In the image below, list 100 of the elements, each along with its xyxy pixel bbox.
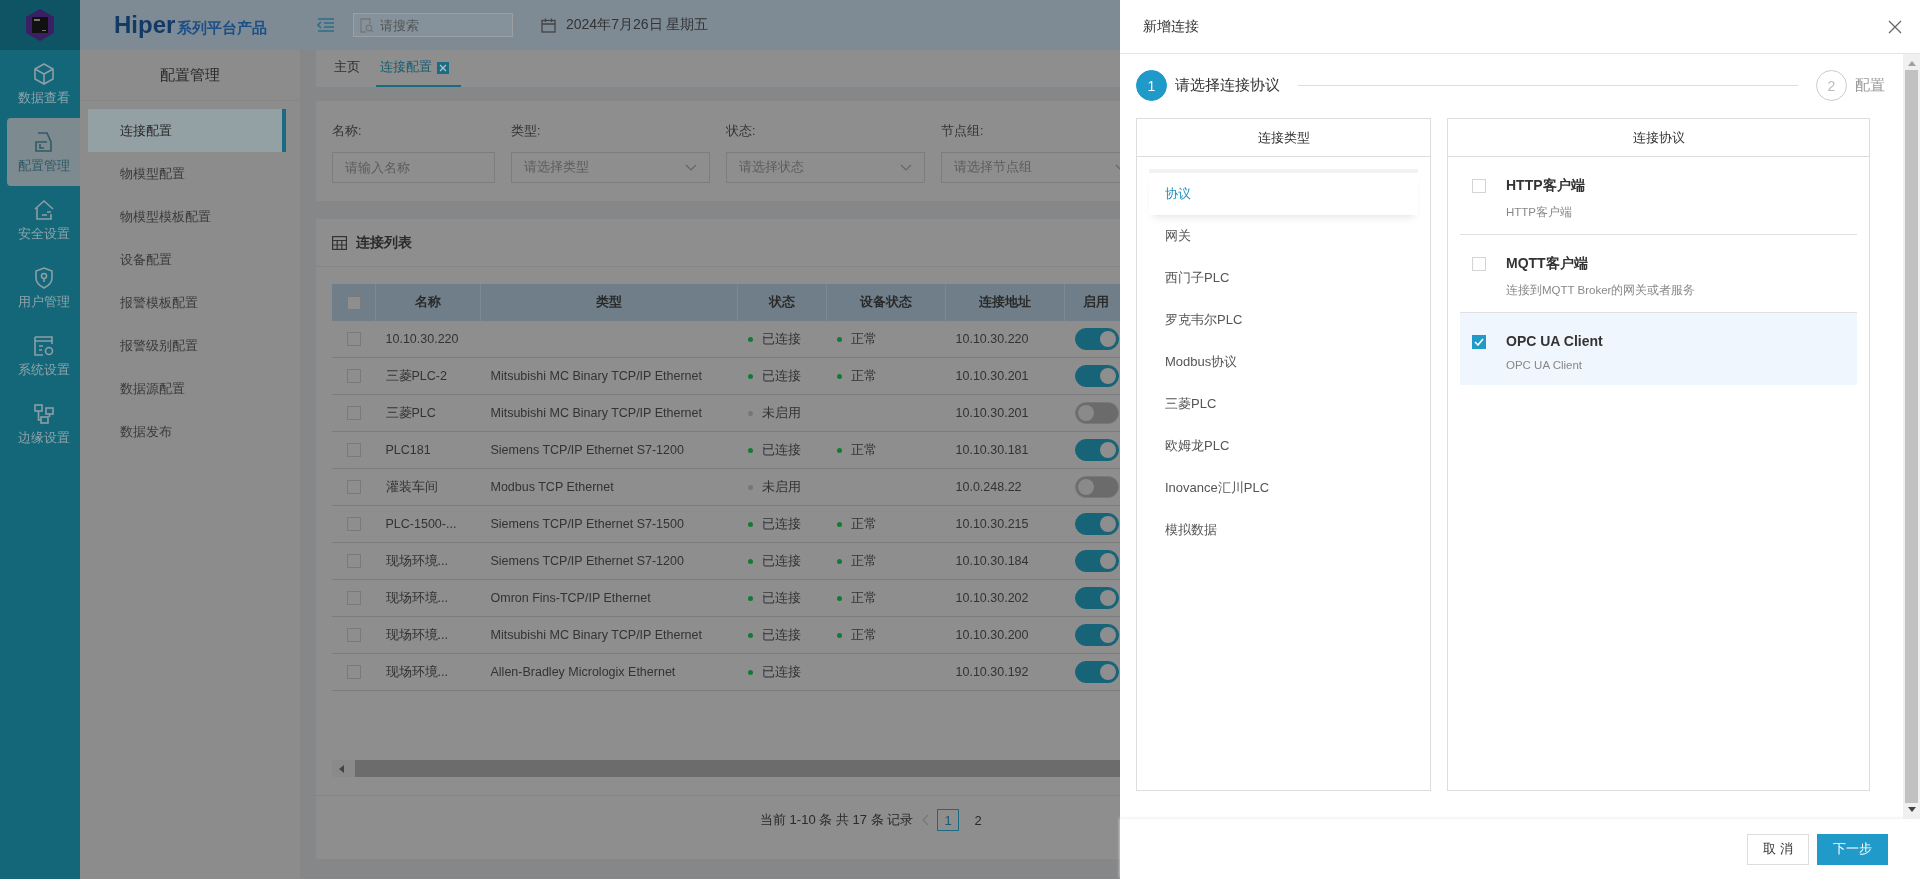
status-text: 未启用 xyxy=(761,404,801,422)
table-cell: 10.10.30.181 xyxy=(955,443,1029,457)
status-text: 已连接 xyxy=(761,441,801,459)
table-cell: Mitsubishi MC Binary TCP/IP Ethernet xyxy=(490,369,702,383)
scroll-up-icon[interactable] xyxy=(1906,60,1917,66)
table-cell: 10.10.30.201 xyxy=(955,406,1029,420)
close-icon[interactable] xyxy=(1888,19,1902,34)
toggle-switch[interactable] xyxy=(1074,476,1119,498)
type-item[interactable]: 三菱PLC xyxy=(1149,383,1418,425)
status-text: 正常 xyxy=(850,367,877,385)
status-text: 正常 xyxy=(850,330,877,348)
type-item[interactable]: Inovance汇川PLC xyxy=(1149,467,1418,509)
table-cell: Mitsubishi MC Binary TCP/IP Ethernet xyxy=(490,406,702,420)
table-cell: Omron Fins-TCP/IP Ethernet xyxy=(490,591,651,605)
network-icon xyxy=(31,401,56,426)
checkbox[interactable] xyxy=(1472,335,1486,349)
type-item[interactable]: 协议 xyxy=(1149,169,1418,215)
sidebar-item[interactable]: 报警模板配置 xyxy=(88,281,286,324)
table-cell: Siemens TCP/IP Ethernet S7-1500 xyxy=(490,517,684,531)
rail-item[interactable]: 配置管理 xyxy=(7,118,80,186)
menu-icon[interactable] xyxy=(317,18,335,32)
scrollbar[interactable] xyxy=(332,760,1120,777)
toggle-switch[interactable] xyxy=(1074,624,1119,646)
table-cell: 灌装车间 xyxy=(385,479,438,494)
sidebar-item[interactable]: 数据源配置 xyxy=(88,367,286,410)
type-item[interactable]: 罗克韦尔PLC xyxy=(1149,299,1418,341)
table-cell: PLC-1500-... xyxy=(385,517,457,531)
table-cell: Siemens TCP/IP Ethernet S7-1200 xyxy=(490,443,684,457)
search-field[interactable]: 请搜索 xyxy=(353,13,513,37)
type-item[interactable]: 模拟数据 xyxy=(1149,509,1418,551)
sidebar-item[interactable]: 物模型配置 xyxy=(88,152,286,195)
type-item[interactable]: 网关 xyxy=(1149,215,1418,257)
table-cell: 10.10.30.184 xyxy=(955,554,1029,568)
sidebar-item[interactable]: 连接配置 xyxy=(88,109,286,152)
next-button[interactable]: 下一步 xyxy=(1817,833,1888,865)
tab[interactable]: 主页 xyxy=(330,50,372,87)
page-button[interactable]: 1 xyxy=(937,809,960,831)
sidebar-item[interactable]: 设备配置 xyxy=(88,238,286,281)
scrollbar[interactable] xyxy=(1903,54,1920,819)
settings-window-icon xyxy=(31,333,56,358)
table-cell: 10.10.30.202 xyxy=(955,591,1029,605)
sidebar-item[interactable]: 物模型模板配置 xyxy=(88,195,286,238)
page-button[interactable]: 2 xyxy=(967,809,990,831)
status-text: 正常 xyxy=(850,626,877,644)
dialog-title: 新增连接 xyxy=(1143,17,1199,36)
table-cell: Mitsubishi MC Binary TCP/IP Ethernet xyxy=(490,628,702,642)
logo-text: Hiper xyxy=(114,11,176,39)
table-cell: 10.10.30.220 xyxy=(955,332,1029,346)
table-cell: Modbus TCP Ethernet xyxy=(490,480,614,494)
pagination-summary: 当前 1-10 条 共 17 条 记录 xyxy=(760,811,914,829)
status-text: 已连接 xyxy=(761,663,801,681)
tab[interactable]: 连接配置 xyxy=(376,50,461,87)
toggle-switch[interactable] xyxy=(1074,402,1119,424)
filter-label: 节点组: xyxy=(941,123,985,140)
status-text: 已连接 xyxy=(761,552,801,570)
protocol-description: 连接到MQTT Broker的网关或者服务 xyxy=(1506,283,1696,298)
protocol-name: MQTT客户端 xyxy=(1506,255,1589,273)
table-cell: 10.10.30.220 xyxy=(385,332,459,346)
type-item[interactable]: Modbus协议 xyxy=(1149,341,1418,383)
table-cell: 10.10.30.215 xyxy=(955,517,1029,531)
protocol-description: OPC UA Client xyxy=(1506,359,1584,371)
cancel-button[interactable]: 取 消 xyxy=(1747,833,1809,865)
toggle-switch[interactable] xyxy=(1074,661,1119,683)
table-cell: 现场环境... xyxy=(385,627,448,642)
toggle-switch[interactable] xyxy=(1074,439,1119,461)
status-text: 已连接 xyxy=(761,330,801,348)
type-item[interactable]: 西门子PLC xyxy=(1149,257,1418,299)
protocol-option[interactable]: HTTP客户端 HTTP客户端 xyxy=(1460,157,1857,235)
column-header: 类型 xyxy=(596,295,622,309)
table-cell: 10.0.248.22 xyxy=(955,480,1022,494)
toggle-switch[interactable] xyxy=(1074,365,1119,387)
rail-item[interactable]: 系统设置 xyxy=(7,322,80,390)
table-cell: PLC181 xyxy=(385,443,431,457)
calendar-icon xyxy=(541,17,556,33)
table-cell: 现场环境... xyxy=(385,590,448,605)
column-header: 状态 xyxy=(769,295,795,309)
toggle-switch[interactable] xyxy=(1074,328,1119,350)
toggle-switch[interactable] xyxy=(1074,550,1119,572)
status-text: 已连接 xyxy=(761,589,801,607)
toggle-switch[interactable] xyxy=(1074,587,1119,609)
toggle-switch[interactable] xyxy=(1074,513,1119,535)
column-header: 名称 xyxy=(415,295,441,309)
type-item[interactable]: 欧姆龙PLC xyxy=(1149,425,1418,467)
protocol-option[interactable]: OPC UA Client OPC UA Client xyxy=(1460,313,1857,385)
rail-item[interactable]: 用户管理 xyxy=(7,254,80,322)
rail-item[interactable]: 安全设置 xyxy=(7,186,80,254)
close-icon[interactable] xyxy=(437,61,449,74)
status-text: 正常 xyxy=(850,515,877,533)
rail-item[interactable]: 数据查看 xyxy=(7,50,80,118)
table-cell: Siemens TCP/IP Ethernet S7-1200 xyxy=(490,554,684,568)
scroll-down-icon[interactable] xyxy=(1906,807,1917,813)
table-icon xyxy=(332,235,347,250)
step-number: 1 xyxy=(1136,70,1167,101)
sidebar-item[interactable]: 报警级别配置 xyxy=(88,324,286,367)
rail-item[interactable]: 边缘设置 xyxy=(7,390,80,458)
table-cell: 三菱PLC-2 xyxy=(385,368,447,383)
sidebar-item[interactable]: 数据发布 xyxy=(88,410,286,453)
filter-label: 类型: xyxy=(511,123,542,140)
checkbox[interactable] xyxy=(346,295,361,310)
protocol-description: HTTP客户端 xyxy=(1506,205,1574,220)
